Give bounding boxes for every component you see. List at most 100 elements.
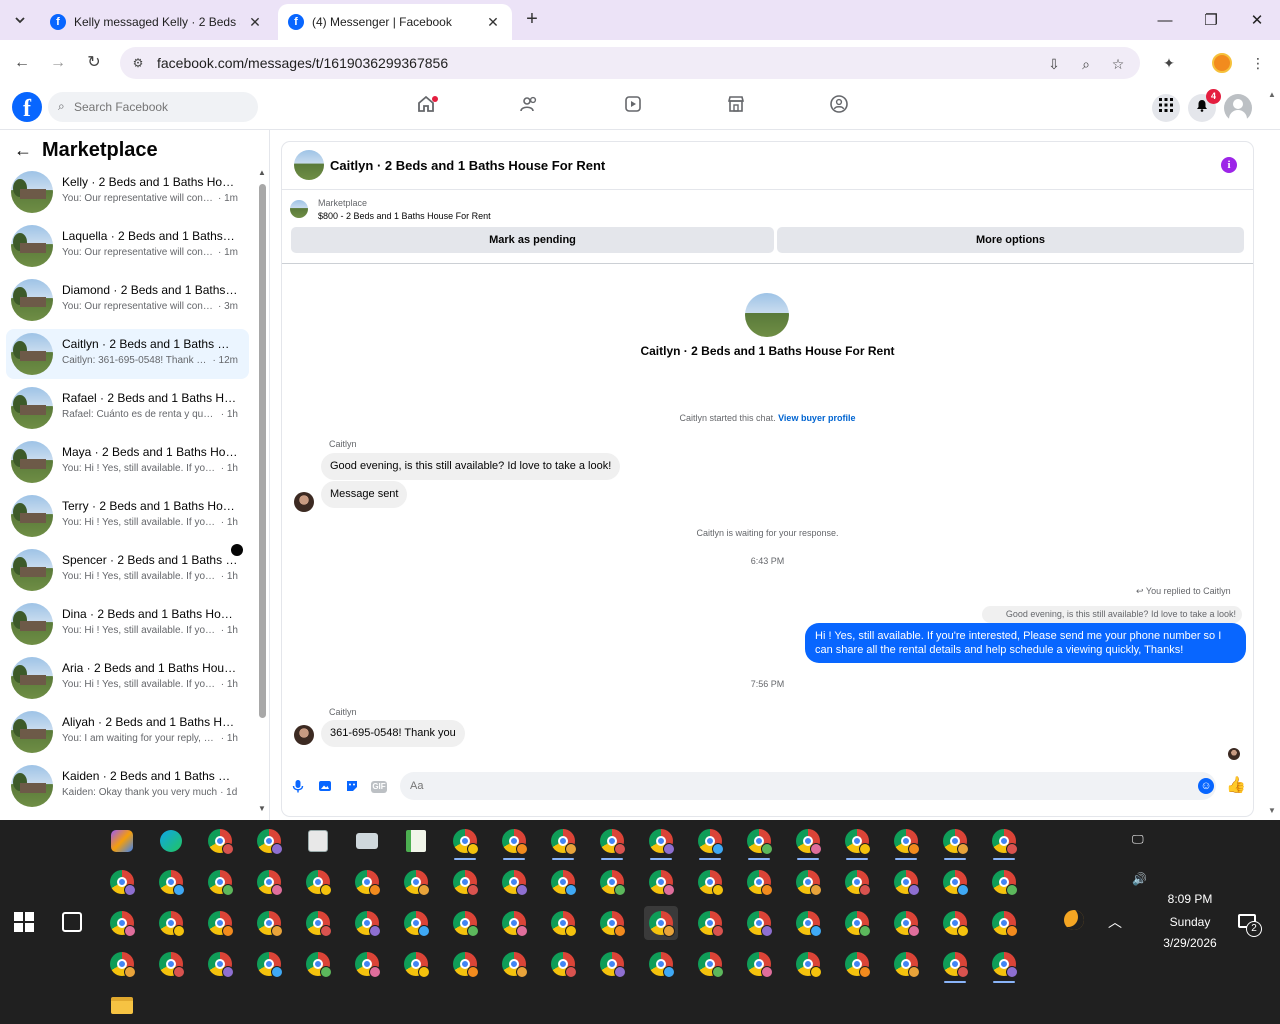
taskbar-chrome-profile-icon[interactable] xyxy=(350,947,384,981)
app-window-icon[interactable] xyxy=(301,824,335,858)
conversation-item[interactable]: Diamond · 2 Beds and 1 Baths House For R… xyxy=(6,275,249,325)
taskbar-chrome-profile-icon[interactable] xyxy=(546,947,580,981)
network-icon[interactable]: 🖵 xyxy=(1132,832,1144,847)
taskbar-chrome-profile-icon[interactable] xyxy=(595,824,629,860)
buyer-avatar-large[interactable] xyxy=(745,293,789,337)
back-button[interactable]: ← xyxy=(10,51,34,75)
taskbar-chrome-profile-icon[interactable] xyxy=(448,906,482,940)
taskbar-chrome-profile-icon[interactable] xyxy=(791,906,825,940)
conversation-item[interactable]: Maya · 2 Beds and 1 Baths House For Rent… xyxy=(6,437,249,487)
groups-icon[interactable] xyxy=(825,94,853,122)
browser-menu-icon[interactable]: ⋮ xyxy=(1247,52,1269,74)
taskbar-chrome-profile-icon[interactable] xyxy=(791,824,825,860)
taskbar-chrome-profile-icon[interactable] xyxy=(840,906,874,940)
conversation-item[interactable]: Terry · 2 Beds and 1 Baths House For Ren… xyxy=(6,491,249,541)
taskbar-chrome-profile-icon[interactable] xyxy=(399,947,433,981)
volume-icon[interactable]: 🔊 xyxy=(1132,872,1147,886)
taskbar-chrome-profile-icon[interactable] xyxy=(938,906,972,940)
menu-grid-icon[interactable] xyxy=(1152,94,1180,122)
browser-tab-kelly[interactable]: f Kelly messaged Kelly · 2 Beds and 1 Ba… xyxy=(40,4,274,40)
taskbar-chrome-profile-icon[interactable] xyxy=(252,947,286,981)
quoted-message[interactable]: Good evening, is this still available? I… xyxy=(982,606,1242,623)
taskbar-chrome-profile-icon[interactable] xyxy=(301,906,335,940)
taskbar-chrome-profile-icon[interactable] xyxy=(105,947,139,981)
taskbar-chrome-profile-icon[interactable] xyxy=(644,906,678,940)
taskbar-chrome-profile-icon[interactable] xyxy=(938,947,972,983)
taskbar-chrome-profile-icon[interactable] xyxy=(987,947,1021,983)
taskbar-chrome-profile-icon[interactable] xyxy=(252,824,286,858)
taskbar-chrome-profile-icon[interactable] xyxy=(154,865,188,899)
taskbar-chrome-profile-icon[interactable] xyxy=(595,865,629,899)
taskbar-chrome-profile-icon[interactable] xyxy=(693,865,727,899)
install-app-icon[interactable]: ⇩ xyxy=(1044,54,1064,74)
taskbar-chrome-profile-icon[interactable] xyxy=(546,906,580,940)
minimize-button[interactable]: — xyxy=(1142,0,1188,40)
taskbar-chrome-profile-icon[interactable] xyxy=(742,865,776,899)
outgoing-message[interactable]: Hi ! Yes, still available. If you're int… xyxy=(805,623,1246,663)
task-view-icon[interactable] xyxy=(62,912,82,932)
chat-avatar[interactable] xyxy=(294,150,324,180)
listing-thumbnail[interactable] xyxy=(290,200,308,218)
taskbar-chrome-profile-icon[interactable] xyxy=(301,947,335,981)
taskbar-chrome-profile-icon[interactable] xyxy=(154,906,188,940)
taskbar-chrome-profile-icon[interactable] xyxy=(595,947,629,981)
taskbar-chrome-profile-icon[interactable] xyxy=(350,906,384,940)
incoming-message[interactable]: Good evening, is this still available? I… xyxy=(321,453,621,480)
sidebar-scrollbar-thumb[interactable] xyxy=(259,184,266,718)
browser-profile-icon[interactable] xyxy=(1212,53,1232,73)
conversation-item[interactable]: Caitlyn · 2 Beds and 1 Baths House For R… xyxy=(6,329,249,379)
taskbar-chrome-profile-icon[interactable] xyxy=(987,906,1021,940)
taskbar-chrome-profile-icon[interactable] xyxy=(693,906,727,940)
taskbar-chrome-profile-icon[interactable] xyxy=(889,824,923,860)
taskbar-chrome-profile-icon[interactable] xyxy=(987,865,1021,899)
sender-avatar[interactable] xyxy=(294,725,314,745)
close-tab-icon[interactable]: ✕ xyxy=(484,14,502,31)
video-icon[interactable] xyxy=(619,94,647,122)
account-avatar[interactable] xyxy=(1224,94,1252,122)
facebook-logo-icon[interactable]: f xyxy=(12,92,42,122)
sender-avatar[interactable] xyxy=(294,492,314,512)
taskbar-chrome-profile-icon[interactable] xyxy=(742,824,776,860)
conversation-item[interactable]: Rafael · 2 Beds and 1 Baths House For Re… xyxy=(6,383,249,433)
taskbar-chrome-profile-icon[interactable] xyxy=(546,865,580,899)
taskbar-chrome-profile-icon[interactable] xyxy=(399,906,433,940)
taskbar-chrome-profile-icon[interactable] xyxy=(840,947,874,981)
taskbar-chrome-profile-icon[interactable] xyxy=(105,906,139,940)
conversation-item[interactable]: Aliyah · 2 Beds and 1 Baths House For Re… xyxy=(6,707,249,757)
chat-title[interactable]: Caitlyn · 2 Beds and 1 Baths House For R… xyxy=(330,158,605,173)
reload-button[interactable]: ↻ xyxy=(82,51,106,75)
taskbar-chrome-profile-icon[interactable] xyxy=(203,865,237,899)
taskbar-chrome-profile-icon[interactable] xyxy=(938,824,972,860)
taskbar-chrome-profile-icon[interactable] xyxy=(154,947,188,981)
taskbar-chrome-profile-icon[interactable] xyxy=(399,865,433,899)
taskbar-chrome-profile-icon[interactable] xyxy=(497,906,531,940)
windows-start-icon[interactable] xyxy=(14,912,34,932)
mark-as-pending-button[interactable]: Mark as pending xyxy=(291,227,774,253)
taskbar-chrome-profile-icon[interactable] xyxy=(203,906,237,940)
incoming-message[interactable]: Message sent xyxy=(321,481,408,508)
page-scroll-down-arrow[interactable]: ▼ xyxy=(1268,806,1276,815)
taskbar-chrome-profile-icon[interactable] xyxy=(497,865,531,899)
thumbs-up-icon[interactable]: 👍 xyxy=(1226,776,1246,796)
conversation-item[interactable]: Dina · 2 Beds and 1 Baths House For Rent… xyxy=(6,599,249,649)
taskbar-chrome-profile-icon[interactable] xyxy=(546,824,580,860)
taskbar-chrome-profile-icon[interactable] xyxy=(742,906,776,940)
emoji-icon[interactable]: ☺ xyxy=(1198,778,1214,794)
forward-button[interactable]: → xyxy=(46,51,70,75)
conversation-item[interactable]: Spencer · 2 Beds and 1 Baths House For R… xyxy=(6,545,249,595)
taskbar-clock-time[interactable]: 8:09 PM xyxy=(1150,892,1230,906)
sidebar-scroll-up-arrow[interactable]: ▲ xyxy=(258,168,266,177)
taskbar-chrome-profile-icon[interactable] xyxy=(889,947,923,981)
browser-tab-messenger[interactable]: f (4) Messenger | Facebook ✕ xyxy=(278,4,512,40)
new-tab-button[interactable]: + xyxy=(520,8,544,32)
taskbar-clock-day[interactable]: Sunday xyxy=(1150,915,1230,929)
back-arrow-icon[interactable]: ← xyxy=(14,140,32,161)
microphone-icon[interactable] xyxy=(290,779,306,795)
marketplace-icon[interactable] xyxy=(722,94,750,122)
night-light-moon-icon[interactable] xyxy=(1064,910,1084,930)
taskbar-chrome-profile-icon[interactable] xyxy=(889,906,923,940)
taskbar-chrome-profile-icon[interactable] xyxy=(693,947,727,981)
incoming-message[interactable]: 361-695-0548! Thank you xyxy=(321,720,465,747)
taskbar-chrome-profile-icon[interactable] xyxy=(644,947,678,981)
taskbar-chrome-profile-icon[interactable] xyxy=(644,865,678,899)
